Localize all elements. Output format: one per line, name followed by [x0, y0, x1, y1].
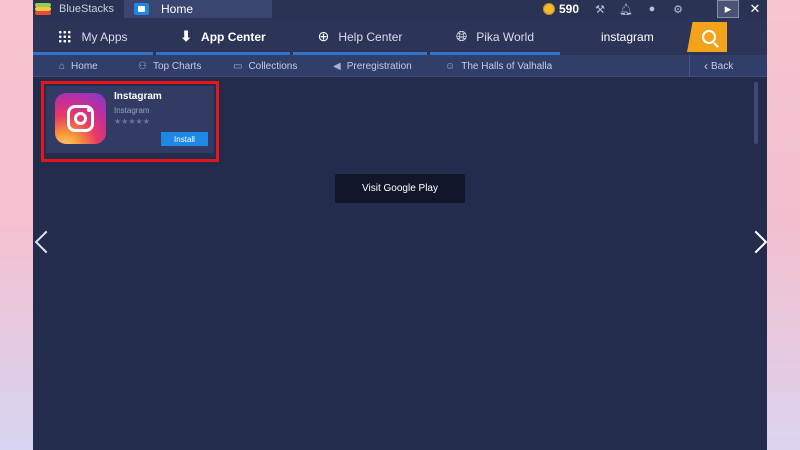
sub-nav: ⌂ Home ⚇ Top Charts ▭ Collections ◀ Prer…	[33, 55, 767, 77]
chevron-left-icon: ‹	[704, 59, 708, 73]
coin-icon	[543, 3, 555, 15]
home-icon: ⌂	[59, 60, 66, 72]
user-icon: ⚇	[138, 60, 147, 72]
home-icon	[134, 3, 149, 15]
close-icon[interactable]: ✕	[744, 0, 766, 18]
gear-icon[interactable]: ⚙	[671, 3, 685, 16]
chevron-left-icon[interactable]	[34, 230, 48, 256]
brand: BlueStacks	[33, 0, 114, 18]
app-developer: Instagram	[114, 106, 150, 115]
bluestacks-logo-icon	[35, 3, 51, 15]
tab-home-window[interactable]: Home	[124, 0, 272, 18]
gamepad-icon: ☺	[445, 60, 456, 72]
back-label: Back	[711, 60, 734, 72]
install-button[interactable]: Install	[161, 132, 208, 146]
tab-pika-world[interactable]: 🌐︎ Pika World	[430, 18, 560, 55]
megaphone-icon: ◀	[333, 60, 341, 72]
wrench-icon[interactable]: ⚒	[593, 3, 607, 16]
subnav-item-top-charts[interactable]: ⚇ Top Charts	[138, 55, 201, 77]
background-left	[0, 0, 33, 450]
download-icon: ⬇	[180, 28, 193, 44]
instagram-icon[interactable]	[55, 93, 106, 144]
expand-icon[interactable]: ▸	[717, 0, 739, 18]
lifebuoy-icon: ⊕	[317, 28, 330, 44]
globe-icon: 🌐︎	[456, 28, 468, 44]
home-tab-label: Home	[161, 2, 194, 16]
chevron-right-icon[interactable]	[752, 230, 766, 256]
subnav-item-home[interactable]: ⌂ Home	[59, 55, 98, 77]
title-bar: BlueStacks Home 590 ⚒ 🔔︎ ● ⚙ ▸ ✕	[33, 0, 767, 18]
scrollbar[interactable]	[754, 82, 758, 144]
account-icon[interactable]: ●	[645, 3, 659, 15]
tab-label: My Apps	[81, 29, 128, 44]
tab-help-center[interactable]: ⊕ Help Center	[293, 18, 427, 55]
coin-balance[interactable]: 590	[543, 0, 579, 18]
subnav-label: Collections	[248, 60, 298, 72]
tab-app-center[interactable]: ⬇ App Center	[156, 18, 290, 55]
subnav-item-collections[interactable]: ▭ Collections	[233, 55, 297, 77]
tab-my-apps[interactable]: My Apps	[33, 18, 153, 55]
subnav-label: Top Charts	[152, 60, 202, 72]
subnav-label: The Halls of Valhalla	[461, 60, 553, 72]
subnav-item-halls-of-valhalla[interactable]: ☺ The Halls of Valhalla	[445, 55, 552, 77]
subnav-item-preregistration[interactable]: ◀ Preregistration	[333, 55, 412, 77]
tab-label: Help Center	[338, 29, 403, 44]
back-button[interactable]: ‹ Back	[689, 55, 759, 77]
search-input[interactable]: instagram	[601, 30, 654, 44]
coin-count: 590	[559, 2, 580, 16]
search-button[interactable]	[687, 22, 727, 52]
collections-icon: ▭	[233, 60, 243, 72]
search-field[interactable]: instagram	[594, 22, 752, 52]
background-right	[767, 0, 800, 450]
subnav-label: Home	[71, 60, 98, 72]
grid-icon	[58, 30, 72, 43]
bell-icon[interactable]: 🔔︎	[619, 3, 633, 16]
titlebar-icons: ⚒ 🔔︎ ● ⚙	[593, 0, 685, 18]
subnav-label: Preregistration	[346, 60, 412, 72]
rating-stars: ★★★★★	[114, 117, 150, 126]
app-name: BlueStacks	[59, 3, 115, 15]
tab-label: Pika World	[476, 29, 534, 44]
search-icon	[702, 30, 716, 44]
tab-label: App Center	[201, 29, 266, 44]
main-nav: My Apps ⬇ App Center ⊕ Help Center 🌐︎ Pi…	[33, 18, 767, 55]
app-title[interactable]: Instagram	[114, 91, 162, 102]
visit-google-play-button[interactable]: Visit Google Play	[335, 174, 465, 203]
